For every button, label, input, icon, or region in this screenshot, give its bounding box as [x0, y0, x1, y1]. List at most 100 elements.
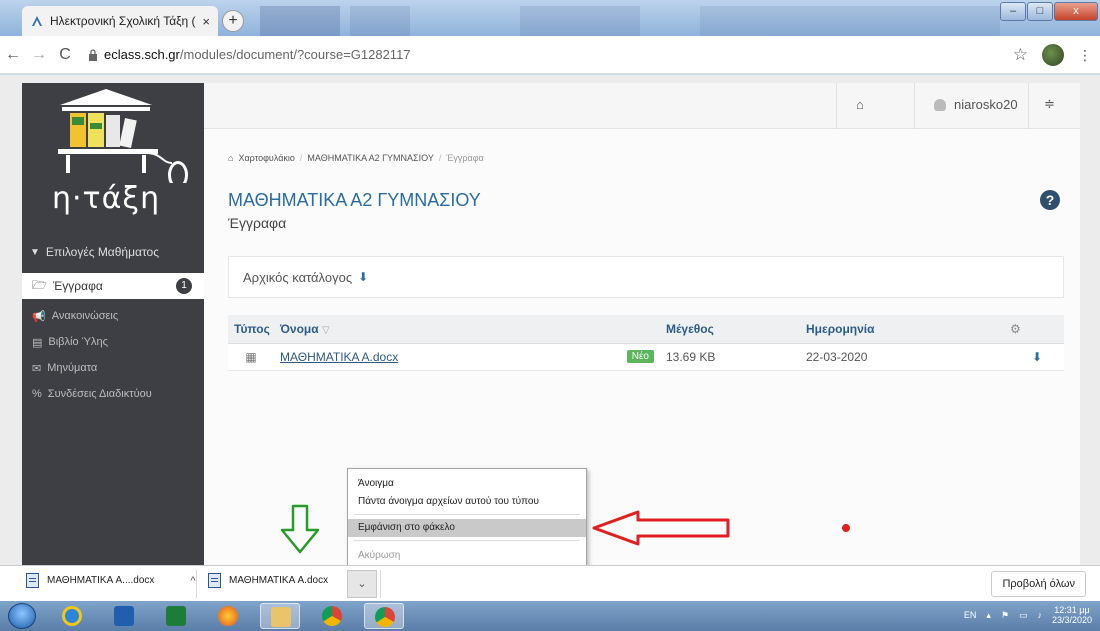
volume-icon[interactable]: ♪ [1037, 610, 1042, 620]
word-document-icon: ▦ [245, 349, 257, 364]
tray-expand-icon[interactable]: ▴ [986, 610, 991, 621]
calendar-icon: ▤ [32, 336, 43, 349]
home-icon[interactable]: ⌂ [856, 97, 864, 112]
taskbar-chrome[interactable] [312, 603, 352, 629]
taskbar-chrome-active[interactable] [364, 603, 404, 629]
divider [836, 83, 837, 129]
tab-close-icon[interactable]: × [202, 14, 210, 29]
sidebar-item-announcements[interactable]: 📢 Ανακοινώσεις [22, 303, 204, 329]
bookmark-star-icon[interactable]: ☆ [1013, 45, 1028, 65]
clock-time: 12:31 μμ [1054, 605, 1090, 615]
sidebar-item-label: Μηνύματα [47, 362, 98, 374]
breadcrumb-separator: / [299, 153, 303, 163]
settings-sliders-icon[interactable]: ≑ [1044, 96, 1055, 112]
sidebar: η·τάξη ▼ Επιλογές Μαθήματος 🗁 Έγγραφα 1 … [22, 83, 204, 565]
browser-tab[interactable]: Ηλεκτρονική Σχολική Τάξη (η-Τά × [22, 6, 218, 36]
sidebar-item-syllabus[interactable]: ▤ Βιβλίο Ύλης [22, 329, 204, 355]
course-options-toggle[interactable]: ▼ Επιλογές Μαθήματος [22, 238, 204, 266]
clock-date: 23/3/2020 [1051, 615, 1092, 625]
sidebar-item-label: Ανακοινώσεις [51, 310, 119, 322]
table-row: ▦ ΜΑΘΗΜΑΤΙΚΑ Α.docx Νέο 13.69 KB 22-03-2… [228, 343, 1064, 371]
sidebar-item-label: Έγγραφα [52, 279, 103, 293]
taskbar-firefox[interactable] [208, 603, 248, 629]
download-item[interactable]: ΜΑΘΗΜΑΤΙΚΑ A.docx [208, 573, 328, 588]
chrome-icon [322, 606, 342, 626]
back-arrow-icon[interactable]: ← [0, 46, 26, 64]
menu-item-cancel[interactable]: Ακύρωση [348, 547, 586, 565]
breadcrumb-separator: / [438, 153, 442, 163]
col-name[interactable]: Όνομα ▽ [274, 315, 660, 344]
file-date-cell: 22-03-2020 [800, 343, 1010, 371]
file-name-link[interactable]: ΜΑΘΗΜΑΤΙΚΑ Α.docx [280, 350, 398, 364]
taskbar-excel[interactable] [156, 603, 196, 629]
download-item[interactable]: ΜΑΘΗΜΑΤΙΚΑ A....docx ^ [26, 573, 196, 588]
help-icon[interactable]: ? [1040, 190, 1060, 210]
taskbar-outlook[interactable] [104, 603, 144, 629]
sort-filter-icon: ▽ [321, 324, 330, 336]
background-window-shape [700, 6, 1000, 36]
menu-item-open[interactable]: Άνοιγμα [348, 475, 586, 493]
unread-count-badge: 1 [176, 278, 192, 294]
download-icon[interactable]: ⬇ [1032, 350, 1042, 364]
file-name-cell: ΜΑΘΗΜΑΤΙΚΑ Α.docx Νέο [274, 343, 660, 371]
maximize-button[interactable]: □ [1027, 2, 1053, 21]
lock-icon [89, 48, 97, 61]
reload-icon[interactable]: C [52, 46, 78, 64]
download-context-menu: Άνοιγμα Πάντα άνοιγμα αρχείων αυτού του … [347, 468, 587, 568]
windows-taskbar: EN ▴ ⚑ ▭ ♪ 12:31 μμ 23/3/2020 [0, 601, 1100, 631]
eclass-favicon-icon [32, 16, 42, 26]
folder-icon [271, 607, 291, 627]
start-button[interactable] [8, 603, 36, 629]
menu-kebab-icon[interactable]: ⋮ [1078, 47, 1092, 64]
taskbar-internet-explorer[interactable] [52, 603, 92, 629]
page-subtitle: Έγγραφα [228, 215, 287, 231]
username: niarosko20 [954, 97, 1018, 112]
breadcrumb-item-course[interactable]: ΜΑΘΗΜΑΤΙΚΑ Α2 ΓΥΜΝΑΣΙΟΥ [307, 153, 433, 163]
profile-avatar[interactable] [1042, 44, 1064, 66]
menu-item-always-open[interactable]: Πάντα άνοιγμα αρχείων αυτού του τύπου [348, 493, 586, 511]
megaphone-icon: 📢 [32, 310, 46, 323]
chevron-up-icon[interactable]: ^ [190, 575, 195, 587]
word-document-icon [208, 573, 221, 588]
file-size-cell: 13.69 KB [660, 343, 800, 371]
network-icon[interactable]: ▭ [1019, 610, 1028, 621]
logo[interactable]: η·τάξη [22, 83, 204, 233]
url-field[interactable]: eclass.sch.gr/modules/document/?course=G… [88, 47, 411, 62]
clock[interactable]: 12:31 μμ 23/3/2020 [1052, 605, 1092, 625]
download-menu-button[interactable]: ⌄ [347, 570, 377, 598]
forward-arrow-icon[interactable]: → [26, 46, 52, 64]
envelope-icon: ✉ [32, 362, 42, 375]
top-navbar: ⌂ niarosko20 ≑ [204, 83, 1080, 129]
minimize-button[interactable]: – [1000, 2, 1026, 21]
download-icon[interactable]: ⬇ [358, 270, 368, 285]
col-size[interactable]: Μέγεθος [660, 315, 800, 344]
taskbar-file-explorer[interactable] [260, 603, 300, 629]
breadcrumb-item-current: Έγγραφα [446, 153, 484, 163]
breadcrumb-item-portfolio[interactable]: Χαρτοφυλάκιο [238, 153, 294, 163]
menu-item-show-in-folder[interactable]: Εμφάνιση στο φάκελο [348, 519, 586, 537]
show-all-downloads-button[interactable]: Προβολή όλων [991, 571, 1086, 597]
excel-icon [166, 606, 186, 626]
sidebar-item-documents[interactable]: 🗁 Έγγραφα 1 [22, 273, 204, 299]
table-header-row: Τύπος Όνομα ▽ Μέγεθος Ημερομηνία ⚙ [228, 315, 1064, 344]
folder-open-icon: 🗁 [32, 277, 47, 292]
system-tray: EN ▴ ⚑ ▭ ♪ 12:31 μμ 23/3/2020 [964, 605, 1092, 625]
page-title: ΜΑΘΗΜΑΤΙΚΑ Α2 ΓΥΜΝΑΣΙΟΥ [228, 190, 481, 210]
breadcrumb: ⌂ Χαρτοφυλάκιο / ΜΑΘΗΜΑΤΙΚΑ Α2 ΓΥΜΝΑΣΙΟΥ… [228, 153, 484, 163]
chrome-icon [375, 607, 395, 627]
sidebar-item-links[interactable]: % Συνδέσεις Διαδικτύου [22, 381, 204, 407]
close-window-button[interactable]: x [1054, 2, 1098, 21]
logo-text: η·τάξη [52, 181, 161, 216]
directory-panel: Αρχικός κατάλογος ⬇ [228, 256, 1064, 298]
flag-icon[interactable]: ⚑ [1001, 610, 1009, 621]
user-menu[interactable]: niarosko20 [934, 97, 1018, 112]
new-badge: Νέο [626, 349, 654, 363]
chevron-down-icon: ⌄ [357, 578, 367, 590]
col-date[interactable]: Ημερομηνία [800, 315, 1010, 344]
sidebar-item-label: Βιβλίο Ύλης [48, 336, 108, 348]
language-indicator[interactable]: EN [964, 610, 977, 620]
sidebar-item-messages[interactable]: ✉ Μηνύματα [22, 355, 204, 381]
home-icon: ⌂ [228, 153, 234, 163]
files-table: Τύπος Όνομα ▽ Μέγεθος Ημερομηνία ⚙ ▦ ΜΑΘ… [228, 315, 1064, 371]
new-tab-button[interactable]: + [222, 10, 244, 32]
